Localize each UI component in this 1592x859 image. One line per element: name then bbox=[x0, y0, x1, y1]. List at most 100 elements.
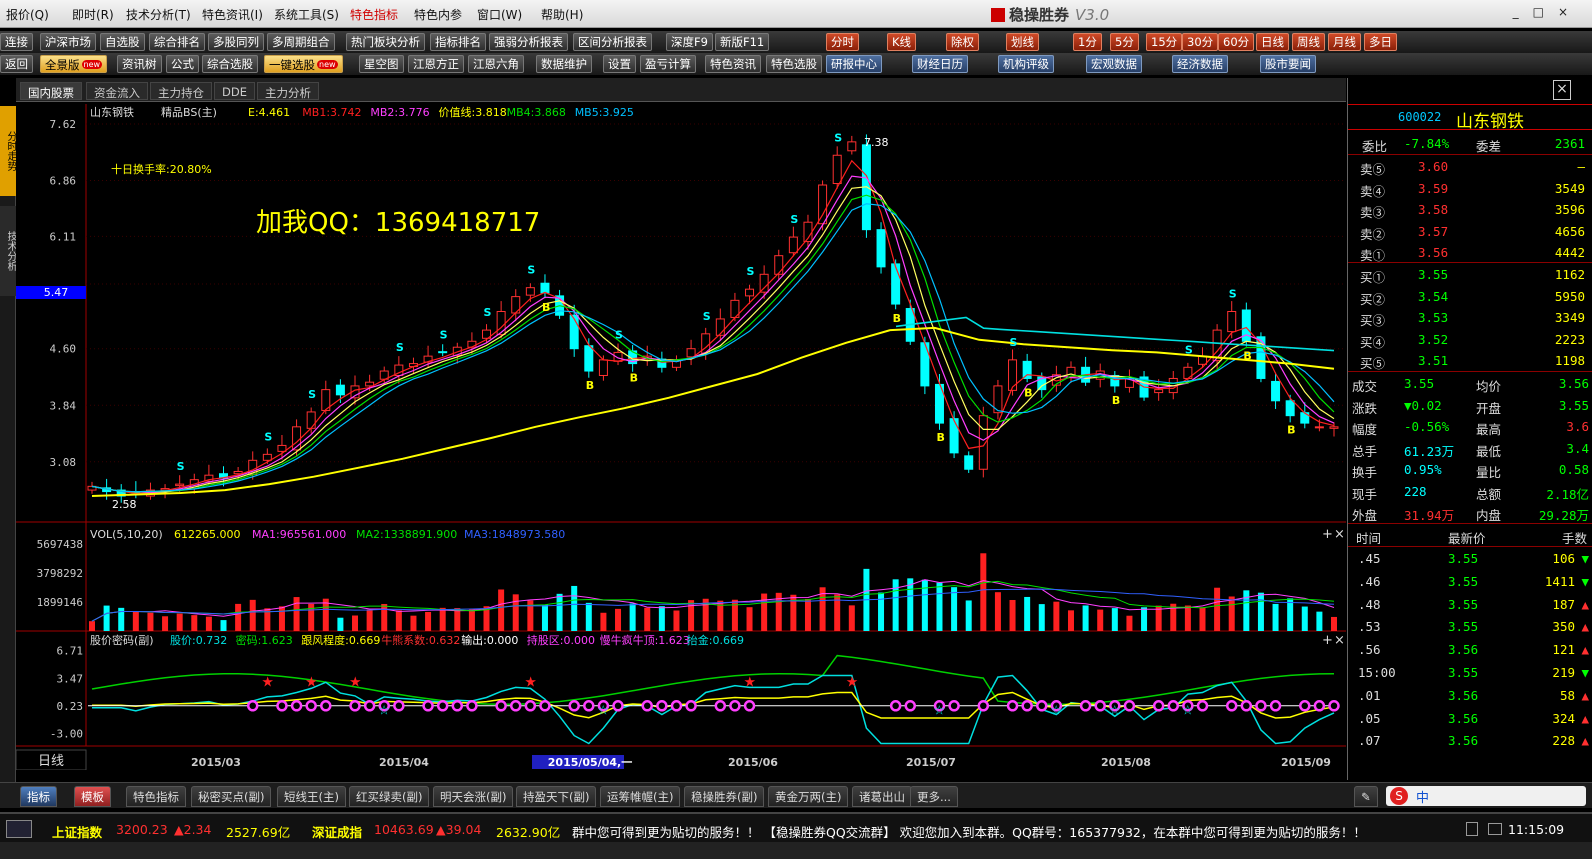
btn-multi-stock[interactable]: 多股同列 bbox=[208, 33, 264, 51]
tab-main-holdings[interactable]: 主力持仓 bbox=[150, 82, 212, 100]
btn-market-news[interactable]: 股市要闻 bbox=[1260, 55, 1316, 73]
menu-special-indicators[interactable]: 特色指标 bbox=[350, 6, 398, 23]
btn-30min[interactable]: 30分 bbox=[1182, 33, 1219, 51]
btn-special-pick[interactable]: 特色选股 bbox=[766, 55, 822, 73]
btn-research[interactable]: 研报中心 bbox=[826, 55, 882, 73]
btn-sh-sz-market[interactable]: 沪深市场 bbox=[40, 33, 96, 51]
btn-weekly[interactable]: 周线 bbox=[1292, 33, 1325, 51]
btn-multi-day[interactable]: 多日 bbox=[1364, 33, 1397, 51]
candle-body bbox=[715, 318, 725, 336]
btn-1min[interactable]: 1分 bbox=[1073, 33, 1102, 51]
btn-settings[interactable]: 设置 bbox=[603, 55, 636, 73]
tab-capital-inflow[interactable]: 资金流入 bbox=[86, 82, 148, 100]
print-icon[interactable] bbox=[1466, 822, 1478, 836]
star-marker: ★ bbox=[846, 675, 859, 691]
btn-econ-data[interactable]: 经济数据 bbox=[1172, 55, 1228, 73]
network-icon[interactable] bbox=[6, 820, 32, 838]
btn-fin-calendar[interactable]: 财经日历 bbox=[912, 55, 968, 73]
news-ticker[interactable]: 群中您可得到更为贴切的服务！！ 【稳操胜券QQ交流群】 欢迎您加入到本群。QQ群… bbox=[572, 822, 1452, 841]
btn-pnl-calc[interactable]: 盈亏计算 bbox=[640, 55, 696, 73]
tab-short-king[interactable]: 短线王(主) bbox=[277, 786, 346, 807]
btn-new-f11[interactable]: 新版F11 bbox=[715, 33, 770, 51]
tab-indicator[interactable]: 指标 bbox=[20, 786, 57, 807]
btn-60min[interactable]: 60分 bbox=[1218, 33, 1255, 51]
vol-expand-button[interactable]: + bbox=[1322, 527, 1333, 542]
btn-formula[interactable]: 公式 bbox=[166, 55, 199, 73]
monitor-icon[interactable] bbox=[1488, 823, 1502, 835]
tab-tomorrow-up[interactable]: 明天会涨(副) bbox=[433, 786, 514, 807]
ime-toolbar[interactable]: S 中 bbox=[1386, 786, 1586, 806]
btn-star-map[interactable]: 星空图 bbox=[359, 55, 404, 73]
btn-draw[interactable]: 划线 bbox=[1006, 33, 1039, 51]
menu-tech-analysis[interactable]: 技术分析(T) bbox=[126, 6, 191, 23]
tab-domestic-stocks[interactable]: 国内股票 bbox=[20, 82, 82, 100]
panel-close-button[interactable]: × bbox=[1553, 80, 1571, 100]
close-button[interactable]: × bbox=[1558, 5, 1582, 19]
tab-dde[interactable]: DDE bbox=[214, 82, 255, 100]
btn-exright[interactable]: 除权 bbox=[946, 33, 979, 51]
tab-profit-world[interactable]: 持盈天下(副) bbox=[516, 786, 597, 807]
tab-template[interactable]: 模板 bbox=[74, 786, 111, 807]
btn-depth-f9[interactable]: 深度F9 bbox=[666, 33, 713, 51]
menu-special-ref[interactable]: 特色内参 bbox=[414, 6, 462, 23]
tick-price: 3.55 bbox=[1448, 619, 1479, 635]
tab-red-buy[interactable]: 红买绿卖(副) bbox=[349, 786, 430, 807]
btn-info-tree[interactable]: 资讯树 bbox=[117, 55, 162, 73]
btn-data-maint[interactable]: 数据维护 bbox=[536, 55, 592, 73]
tab-strategist[interactable]: 运筹帷幄(主) bbox=[600, 786, 681, 807]
btn-gann-hexagon[interactable]: 江恩六角 bbox=[468, 55, 524, 73]
bid-volume: 3349 bbox=[1554, 310, 1585, 325]
tab-gold[interactable]: 黄金万两(主) bbox=[768, 786, 849, 807]
menu-system-tools[interactable]: 系统工具(S) bbox=[274, 6, 339, 23]
menu-special-info[interactable]: 特色资讯(I) bbox=[202, 6, 263, 23]
pen-icon[interactable]: ✎ bbox=[1354, 786, 1378, 807]
kline-chart[interactable]: 山东钢铁 精品BS(主) E:4.461 MB1:3.742 MB2:3.776 价值… bbox=[16, 104, 1346, 770]
btn-one-click-pick[interactable]: 一键选股 new bbox=[264, 55, 343, 73]
stat-row: 换手 0.95% 量比 0.58 bbox=[1348, 459, 1592, 480]
btn-monthly[interactable]: 月线 bbox=[1328, 33, 1361, 51]
sz-index-label[interactable]: 深证成指 bbox=[312, 822, 362, 841]
maximize-button[interactable]: □ bbox=[1533, 5, 1558, 19]
star-marker: ★ bbox=[744, 675, 757, 691]
btn-kline[interactable]: K线 bbox=[887, 33, 917, 51]
btn-connect[interactable]: 连接 bbox=[0, 33, 33, 51]
minimize-button[interactable]: _ bbox=[1513, 5, 1533, 19]
menu-realtime[interactable]: 即时(R) bbox=[72, 6, 114, 23]
btn-multi-period[interactable]: 多周期组合 bbox=[267, 33, 335, 51]
btn-watchlist[interactable]: 自选股 bbox=[100, 33, 145, 51]
ind-expand-button[interactable]: + bbox=[1322, 633, 1333, 648]
btn-panorama[interactable]: 全景版 new bbox=[40, 55, 108, 73]
menu-window[interactable]: 窗口(W) bbox=[477, 6, 522, 23]
btn-special-news[interactable]: 特色资讯 bbox=[705, 55, 761, 73]
ind-close-button[interactable]: × bbox=[1334, 633, 1345, 648]
btn-inst-rating[interactable]: 机构评级 bbox=[998, 55, 1054, 73]
btn-gann-square[interactable]: 江恩方正 bbox=[408, 55, 464, 73]
vol-close-button[interactable]: × bbox=[1334, 527, 1345, 542]
btn-macro-data[interactable]: 宏观数据 bbox=[1086, 55, 1142, 73]
tab-secret-buy[interactable]: 秘密买点(副) bbox=[191, 786, 272, 807]
menu-quote[interactable]: 报价(Q) bbox=[6, 6, 49, 23]
side-tab-technical[interactable]: 技术分析 bbox=[0, 206, 16, 296]
btn-daily[interactable]: 日线 bbox=[1256, 33, 1289, 51]
btn-strength-report[interactable]: 强弱分析报表 bbox=[489, 33, 568, 51]
btn-indicator-rank[interactable]: 指标排名 bbox=[430, 33, 486, 51]
tab-main-analysis[interactable]: 主力分析 bbox=[257, 82, 319, 100]
tab-more[interactable]: 更多... bbox=[910, 786, 958, 807]
btn-stock-picker[interactable]: 综合选股 bbox=[202, 55, 258, 73]
side-tab-intraday[interactable]: 分时走势 bbox=[0, 106, 16, 196]
btn-ranking[interactable]: 综合排名 bbox=[149, 33, 205, 51]
tab-special-indicators[interactable]: 特色指标 bbox=[126, 786, 186, 807]
sh-index-label[interactable]: 上证指数 bbox=[52, 822, 102, 841]
tab-zhuge[interactable]: 诸葛出山 bbox=[852, 786, 912, 807]
btn-range-report[interactable]: 区间分析报表 bbox=[573, 33, 652, 51]
btn-5min[interactable]: 5分 bbox=[1110, 33, 1139, 51]
btn-hot-sectors[interactable]: 热门板块分析 bbox=[346, 33, 425, 51]
menu-help[interactable]: 帮助(H) bbox=[541, 6, 583, 23]
star-marker: ★ bbox=[524, 675, 537, 691]
btn-15min[interactable]: 15分 bbox=[1146, 33, 1183, 51]
btn-intraday[interactable]: 分时 bbox=[826, 33, 859, 51]
tab-sure-win[interactable]: 稳操胜券(副) bbox=[684, 786, 765, 807]
vol-bar bbox=[541, 604, 548, 631]
stat-label: 幅度 bbox=[1352, 422, 1378, 437]
btn-back[interactable]: 返回 bbox=[0, 55, 33, 73]
